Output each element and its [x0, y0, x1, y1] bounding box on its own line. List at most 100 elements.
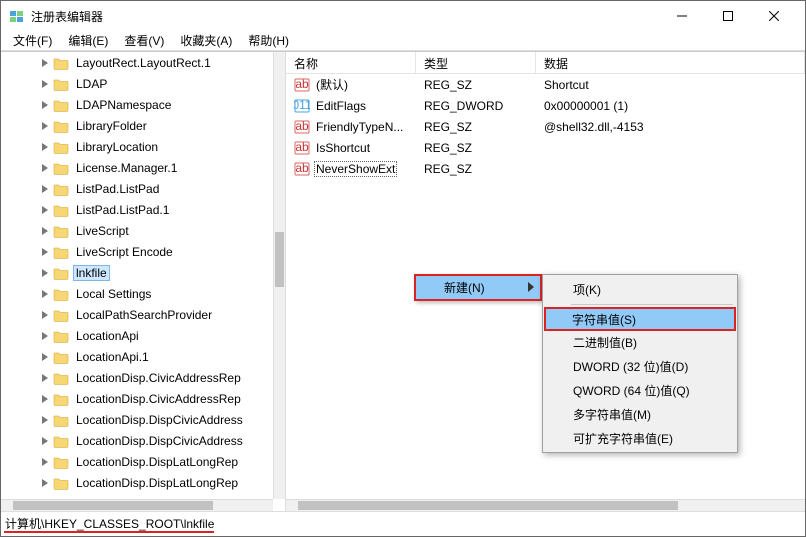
close-button[interactable] — [751, 1, 797, 31]
minimize-button[interactable] — [659, 1, 705, 31]
menu-favorites[interactable]: 收藏夹(A) — [172, 30, 240, 51]
expand-icon[interactable] — [39, 246, 51, 258]
menu-view[interactable]: 查看(V) — [116, 30, 172, 51]
expand-icon[interactable] — [39, 99, 51, 111]
expand-icon[interactable] — [39, 183, 51, 195]
value-type: REG_SZ — [416, 78, 536, 92]
tree-item[interactable]: LocalPathSearchProvider — [1, 304, 273, 325]
submenu-item[interactable]: 字符串值(S) — [544, 307, 736, 331]
tree-item[interactable]: LibraryLocation — [1, 136, 273, 157]
tree-item[interactable]: LocationDisp.DispCivicAddress — [1, 409, 273, 430]
expand-icon[interactable] — [39, 393, 51, 405]
tree-item[interactable]: lnkfile — [1, 262, 273, 283]
tree-item-label: ListPad.ListPad — [76, 182, 159, 196]
tree-view[interactable]: LayoutRect.LayoutRect.1LDAPLDAPNamespace… — [1, 52, 273, 499]
scrollbar-thumb[interactable] — [298, 501, 678, 510]
menu-item-label: 多字符串值(M) — [573, 406, 651, 423]
column-header-name[interactable]: 名称 — [286, 52, 416, 73]
tree-item[interactable]: LDAP — [1, 73, 273, 94]
value-data: @shell32.dll,-4153 — [536, 120, 805, 134]
submenu-item[interactable]: DWORD (32 位)值(D) — [545, 354, 735, 378]
menu-file[interactable]: 文件(F) — [5, 30, 60, 51]
list-view[interactable]: ab(默认)REG_SZShortcut011EditFlagsREG_DWOR… — [286, 74, 805, 179]
expand-icon[interactable] — [39, 288, 51, 300]
expand-icon[interactable] — [39, 57, 51, 69]
scrollbar-thumb[interactable] — [13, 501, 213, 510]
menu-edit[interactable]: 编辑(E) — [60, 30, 116, 51]
tree-item[interactable]: LiveScript Encode — [1, 241, 273, 262]
expand-icon[interactable] — [39, 120, 51, 132]
tree-item[interactable]: LDAPNamespace — [1, 94, 273, 115]
expand-icon[interactable] — [39, 162, 51, 174]
value-name: FriendlyTypeN... — [314, 120, 405, 134]
expand-icon[interactable] — [39, 309, 51, 321]
svg-text:ab: ab — [295, 77, 309, 91]
folder-icon — [53, 97, 69, 113]
expand-icon[interactable] — [39, 225, 51, 237]
expand-icon[interactable] — [39, 78, 51, 90]
tree-vertical-scrollbar[interactable] — [273, 52, 285, 499]
value-type: REG_DWORD — [416, 99, 536, 113]
tree-item[interactable]: LiveScript — [1, 220, 273, 241]
expand-icon[interactable] — [39, 351, 51, 363]
maximize-button[interactable] — [705, 1, 751, 31]
column-header-data[interactable]: 数据 — [536, 52, 805, 73]
tree-item-label: LocalPathSearchProvider — [76, 308, 212, 322]
tree-item[interactable]: LocationDisp.DispCivicAddress — [1, 430, 273, 451]
tree-item[interactable]: ListPad.ListPad — [1, 178, 273, 199]
tree-item[interactable]: LocationDisp.DispLatLongRep — [1, 472, 273, 493]
list-row[interactable]: 011EditFlagsREG_DWORD0x00000001 (1) — [286, 95, 805, 116]
tree-item[interactable]: LocationDisp.CivicAddressRep — [1, 367, 273, 388]
tree-item[interactable]: LocationDisp.DispLatLongRep — [1, 451, 273, 472]
tree-item[interactable]: LocationApi — [1, 325, 273, 346]
folder-icon — [53, 412, 69, 428]
menu-item-label: 新建(N) — [444, 279, 485, 296]
list-header: 名称 类型 数据 — [286, 52, 805, 74]
expand-icon[interactable] — [39, 435, 51, 447]
submenu-item[interactable]: 项(K) — [545, 277, 735, 301]
tree-item[interactable]: ListPad.ListPad.1 — [1, 199, 273, 220]
tree-item-label: LocationDisp.DispCivicAddress — [76, 413, 243, 427]
expand-icon[interactable] — [39, 456, 51, 468]
folder-icon — [53, 181, 69, 197]
value-name: NeverShowExt — [314, 161, 397, 177]
tree-item-label: LocationDisp.DispCivicAddress — [76, 434, 243, 448]
expand-icon[interactable] — [39, 414, 51, 426]
expand-icon[interactable] — [39, 141, 51, 153]
list-row[interactable]: ab(默认)REG_SZShortcut — [286, 74, 805, 95]
tree-item[interactable]: License.Manager.1 — [1, 157, 273, 178]
list-horizontal-scrollbar[interactable] — [286, 499, 805, 511]
menu-item-label: 项(K) — [573, 281, 601, 298]
tree-item[interactable]: LocationDisp.CivicAddressRep — [1, 388, 273, 409]
expand-icon[interactable] — [39, 330, 51, 342]
tree-item-label: ListPad.ListPad.1 — [76, 203, 169, 217]
menu-help[interactable]: 帮助(H) — [240, 30, 297, 51]
submenu-item[interactable]: 多字符串值(M) — [545, 402, 735, 426]
value-icon: ab — [294, 161, 310, 177]
submenu-item[interactable]: 二进制值(B) — [545, 330, 735, 354]
tree-horizontal-scrollbar[interactable] — [1, 499, 273, 511]
list-row[interactable]: abFriendlyTypeN...REG_SZ@shell32.dll,-41… — [286, 116, 805, 137]
expand-icon[interactable] — [39, 477, 51, 489]
tree-item[interactable]: LibraryFolder — [1, 115, 273, 136]
column-header-type[interactable]: 类型 — [416, 52, 536, 73]
scrollbar-thumb[interactable] — [275, 232, 284, 287]
folder-icon — [53, 370, 69, 386]
value-type: REG_SZ — [416, 141, 536, 155]
tree-item[interactable]: LocationApi.1 — [1, 346, 273, 367]
submenu-arrow-icon — [528, 281, 534, 295]
expand-icon[interactable] — [39, 267, 51, 279]
expand-icon[interactable] — [39, 204, 51, 216]
list-row[interactable]: abIsShortcutREG_SZ — [286, 137, 805, 158]
folder-icon — [53, 265, 69, 281]
folder-icon — [53, 202, 69, 218]
submenu-item[interactable]: QWORD (64 位)值(Q) — [545, 378, 735, 402]
tree-item-label: License.Manager.1 — [76, 161, 177, 175]
expand-icon[interactable] — [39, 372, 51, 384]
list-row[interactable]: abNeverShowExtREG_SZ — [286, 158, 805, 179]
tree-item[interactable]: Local Settings — [1, 283, 273, 304]
folder-icon — [53, 349, 69, 365]
menu-item-new[interactable]: 新建(N) — [416, 276, 540, 299]
tree-item[interactable]: LayoutRect.LayoutRect.1 — [1, 52, 273, 73]
submenu-item[interactable]: 可扩充字符串值(E) — [545, 426, 735, 450]
